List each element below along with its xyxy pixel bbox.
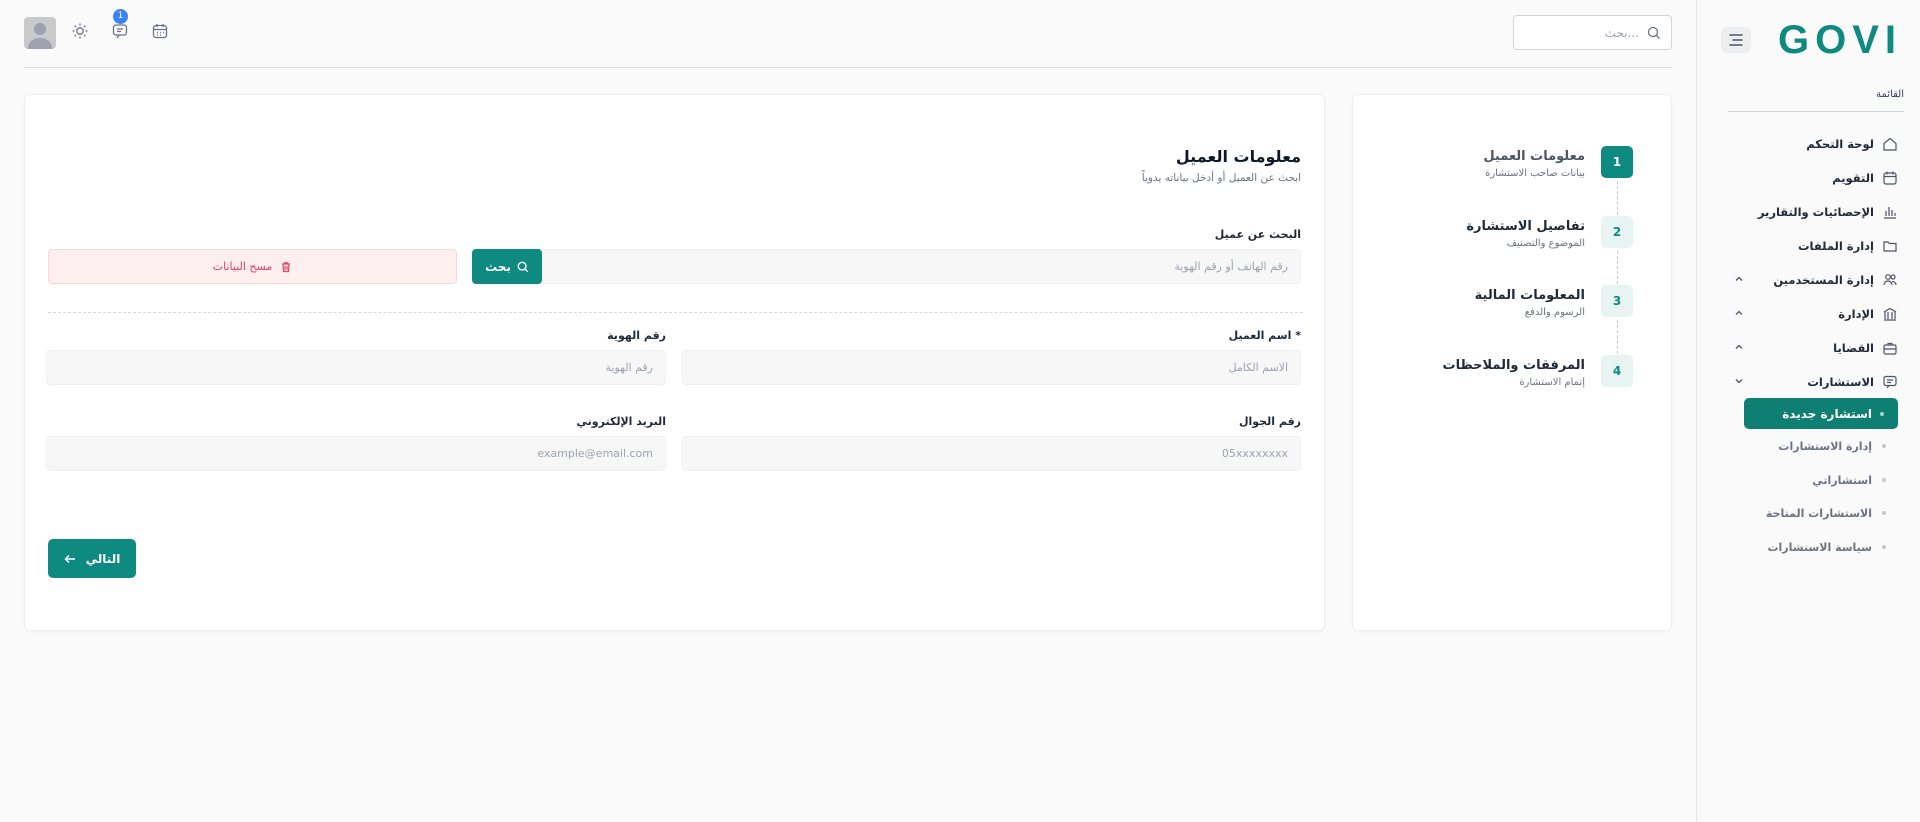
step-subtitle: بيانات صاحب الاستشارة <box>1485 168 1585 179</box>
step-consultation-details[interactable]: 2 تفاصيل الاستشارة الموضوع والتصنيف <box>1466 216 1633 249</box>
step-number: 2 <box>1601 216 1633 248</box>
section-divider <box>48 312 1303 313</box>
sidebar-subitem-available-consultations[interactable]: الاستشارات المتاحة <box>1766 502 1886 524</box>
user-icon <box>28 23 52 49</box>
divider <box>1728 111 1904 112</box>
sidebar-subitem-my-consultations[interactable]: استشاراتي <box>1812 469 1886 491</box>
step-title: المرفقات والملاحظات <box>1442 358 1585 373</box>
sidebar-item-users[interactable]: إدارة المستخدمين <box>1733 265 1898 295</box>
search-client-label: البحث عن عميل <box>1214 228 1301 241</box>
form-title: معلومات العميل <box>1175 147 1301 166</box>
chevron-down-icon <box>1735 379 1743 384</box>
folder-icon <box>1883 241 1897 252</box>
mobile-label: رقم الجوال <box>1238 415 1301 428</box>
calendar-icon[interactable] <box>151 22 169 40</box>
step-connector <box>1617 320 1618 359</box>
arrow-left-icon <box>64 554 75 563</box>
sidebar-item-calendar[interactable]: التقويم <box>1733 163 1898 193</box>
client-search-input[interactable]: رقم الهاتف أو رقم الهوية <box>540 249 1301 284</box>
bullet <box>1882 511 1886 515</box>
search-icon <box>1647 26 1660 39</box>
sidebar-item-files[interactable]: إدارة الملفات <box>1733 231 1898 261</box>
trash-icon <box>282 261 291 272</box>
step-number: 1 <box>1601 146 1633 178</box>
menu-label: القائمة <box>1876 89 1904 100</box>
building-icon <box>1883 307 1897 321</box>
chevron-up-icon <box>1735 344 1743 349</box>
chevron-up-icon <box>1735 276 1743 281</box>
users-icon <box>1883 274 1897 286</box>
menu-toggle-button[interactable] <box>1721 27 1751 53</box>
messages-icon[interactable] <box>111 22 129 40</box>
step-title: المعلومات المالية <box>1474 288 1585 303</box>
client-name-input[interactable]: الاسم الكامل <box>682 350 1301 385</box>
briefcase-icon <box>1883 342 1897 355</box>
step-subtitle: الرسوم والدفع <box>1524 307 1585 318</box>
menu-icon <box>1729 34 1743 46</box>
bullet <box>1882 478 1886 482</box>
client-info-card: معلومات العميل ابحث عن العميل أو أدخل بي… <box>24 94 1325 631</box>
bullet <box>1880 411 1884 416</box>
id-number-label: رقم الهوية <box>607 329 666 342</box>
sidebar: GOVI القائمة لوحة التحكم التقويم الإحصائ… <box>1696 0 1920 822</box>
sidebar-subitem-new-consultation[interactable]: استشارة جديدة <box>1744 398 1898 429</box>
avatar[interactable] <box>24 17 56 49</box>
chat-icon <box>1883 375 1897 389</box>
chart-icon <box>1884 207 1896 219</box>
header-divider <box>24 67 1672 68</box>
sidebar-item-consultations[interactable]: الاستشارات <box>1733 367 1898 397</box>
email-label: البريد الإلكتروني <box>576 415 666 428</box>
step-client-info[interactable]: 1 معلومات العميل بيانات صاحب الاستشارة <box>1483 146 1633 179</box>
id-number-input[interactable]: رقم الهوية <box>46 350 666 385</box>
sidebar-item-dashboard[interactable]: لوحة التحكم <box>1733 129 1898 159</box>
sidebar-item-cases[interactable]: القضايا <box>1733 333 1898 363</box>
stepper-card: 1 معلومات العميل بيانات صاحب الاستشارة 2… <box>1352 94 1672 631</box>
notification-badge: 1 <box>113 9 128 24</box>
step-subtitle: إتمام الاستشارة <box>1519 377 1585 388</box>
sidebar-subitem-consultation-policy[interactable]: سياسة الاستشارات <box>1767 536 1886 558</box>
step-attachments-notes[interactable]: 4 المرفقات والملاحظات إتمام الاستشارة <box>1443 355 1633 388</box>
search-icon <box>517 261 529 272</box>
step-number: 3 <box>1601 285 1633 317</box>
next-button[interactable]: التالي <box>48 539 136 578</box>
step-subtitle: الموضوع والتصنيف <box>1506 238 1585 249</box>
email-input[interactable]: example@email.com <box>46 436 666 471</box>
logo: GOVI <box>1777 18 1902 62</box>
search-button[interactable]: بحث <box>472 249 542 284</box>
home-icon <box>1883 137 1897 151</box>
mobile-input[interactable]: 05xxxxxxxx <box>682 436 1301 471</box>
global-search-input[interactable]: بحث... <box>1513 15 1672 50</box>
form-subtitle: ابحث عن العميل أو أدخل بياناته يدوياً <box>1141 172 1301 184</box>
step-connector <box>1617 251 1618 289</box>
step-financial-info[interactable]: 3 المعلومات المالية الرسوم والدفع <box>1475 285 1633 318</box>
bullet <box>1882 545 1886 549</box>
chevron-up-icon <box>1735 310 1743 315</box>
step-title: معلومات العميل <box>1483 149 1585 164</box>
step-title: تفاصيل الاستشارة <box>1466 219 1585 234</box>
step-connector <box>1617 181 1618 220</box>
calendar-icon <box>1883 171 1897 185</box>
sidebar-item-administration[interactable]: الإدارة <box>1733 299 1898 329</box>
sun-icon[interactable] <box>71 22 89 40</box>
client-name-label: اسم العميل * <box>1228 329 1301 342</box>
step-number: 4 <box>1601 355 1633 387</box>
sidebar-item-reports[interactable]: الإحصائيات والتقارير <box>1733 197 1898 227</box>
clear-data-button[interactable]: مسح البيانات <box>48 249 457 284</box>
sidebar-subitem-manage-consultations[interactable]: إدارة الاستشارات <box>1778 435 1886 457</box>
bullet <box>1882 444 1886 448</box>
